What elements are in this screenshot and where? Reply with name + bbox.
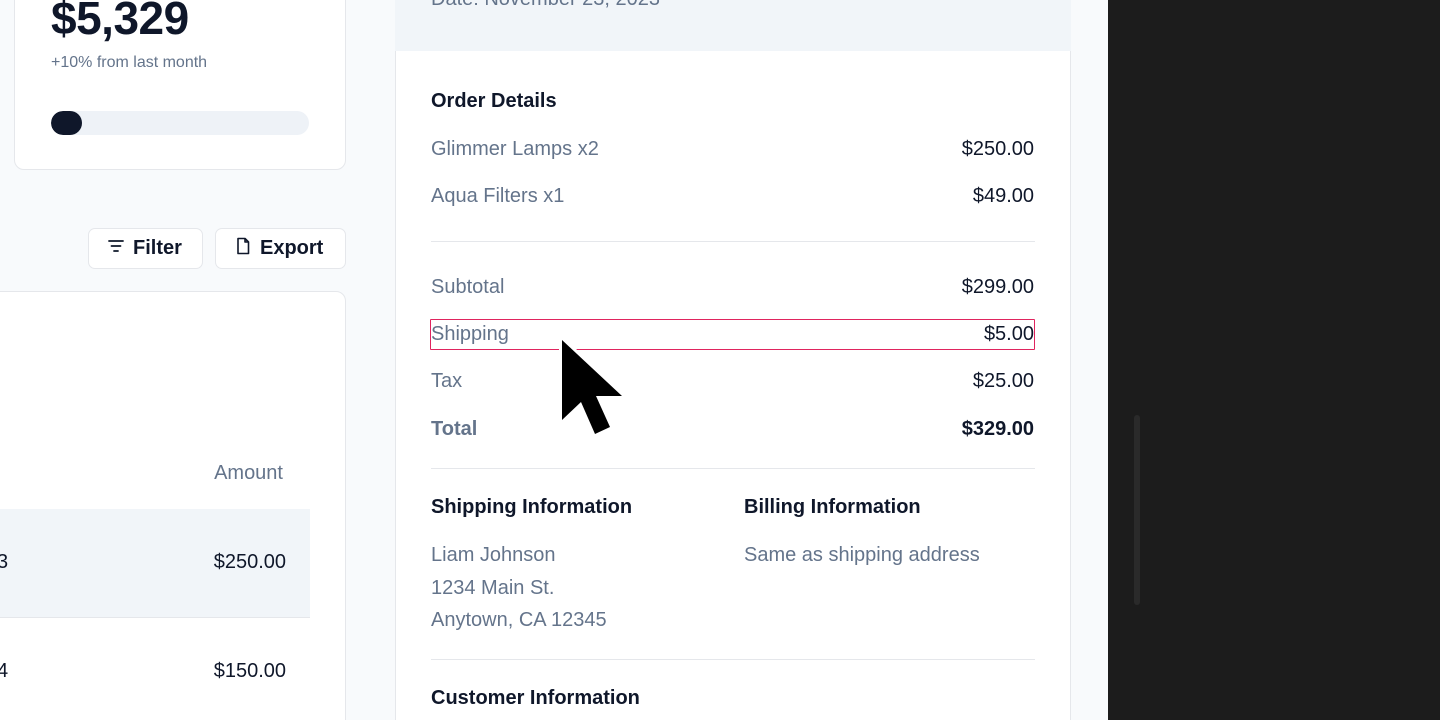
table-cell-amount: $150.00 [213, 660, 286, 682]
divider [431, 659, 1035, 660]
file-icon [234, 237, 252, 261]
revenue-stat-card: $5,329 +10% from last month [14, 0, 346, 170]
filter-label: Filter [133, 237, 182, 259]
export-label: Export [260, 237, 324, 259]
progress-fill [51, 111, 82, 135]
tax-value: $25.00 [972, 370, 1034, 392]
shipping-row-highlight[interactable] [430, 319, 1035, 350]
table-cell: 3 [0, 551, 9, 573]
item-label: Glimmer Lamps x2 [431, 138, 599, 160]
orders-table-card: Amount 3 $250.00 4 $150.00 [0, 291, 346, 720]
filter-button[interactable]: Filter [88, 228, 203, 269]
order-details-title: Order Details [431, 90, 557, 112]
shipping-info-title: Shipping Information [431, 496, 633, 518]
stat-value: $5,329 [51, 0, 189, 44]
table-row[interactable]: 4 $150.00 [0, 617, 310, 720]
customer-info-title: Customer Information [431, 687, 640, 709]
subtotal-value: $299.00 [961, 276, 1034, 298]
table-row[interactable]: 3 $250.00 [0, 509, 310, 617]
scrollbar[interactable] [1134, 415, 1140, 605]
address-line: 1234 Main St. [431, 576, 555, 599]
column-header-amount[interactable]: Amount [214, 462, 283, 485]
table-cell-amount: $250.00 [213, 551, 286, 573]
filter-icon [107, 237, 125, 261]
total-value: $329.00 [961, 418, 1034, 440]
shipping-address: Liam Johnson 1234 Main St. Anytown, CA 1… [431, 539, 607, 637]
table-cell: 4 [0, 660, 9, 682]
subtotal-label: Subtotal [431, 276, 505, 298]
item-price: $49.00 [972, 185, 1034, 207]
mouse-pointer-icon [556, 336, 632, 440]
progress-bar [51, 111, 309, 135]
order-date: Date: November 23, 2023 [431, 0, 660, 11]
item-price: $250.00 [961, 138, 1034, 160]
billing-address: Same as shipping address [744, 544, 980, 566]
dark-side-area [1108, 0, 1440, 720]
divider [431, 468, 1035, 469]
export-button[interactable]: Export [215, 228, 346, 269]
stat-subtitle: +10% from last month [51, 54, 208, 71]
item-label: Aqua Filters x1 [431, 185, 565, 207]
address-line: Anytown, CA 12345 [431, 609, 607, 631]
total-label: Total [431, 418, 478, 440]
billing-info-title: Billing Information [744, 496, 921, 518]
divider [431, 241, 1035, 242]
address-line: Liam Johnson [431, 544, 556, 566]
tax-label: Tax [431, 370, 463, 392]
